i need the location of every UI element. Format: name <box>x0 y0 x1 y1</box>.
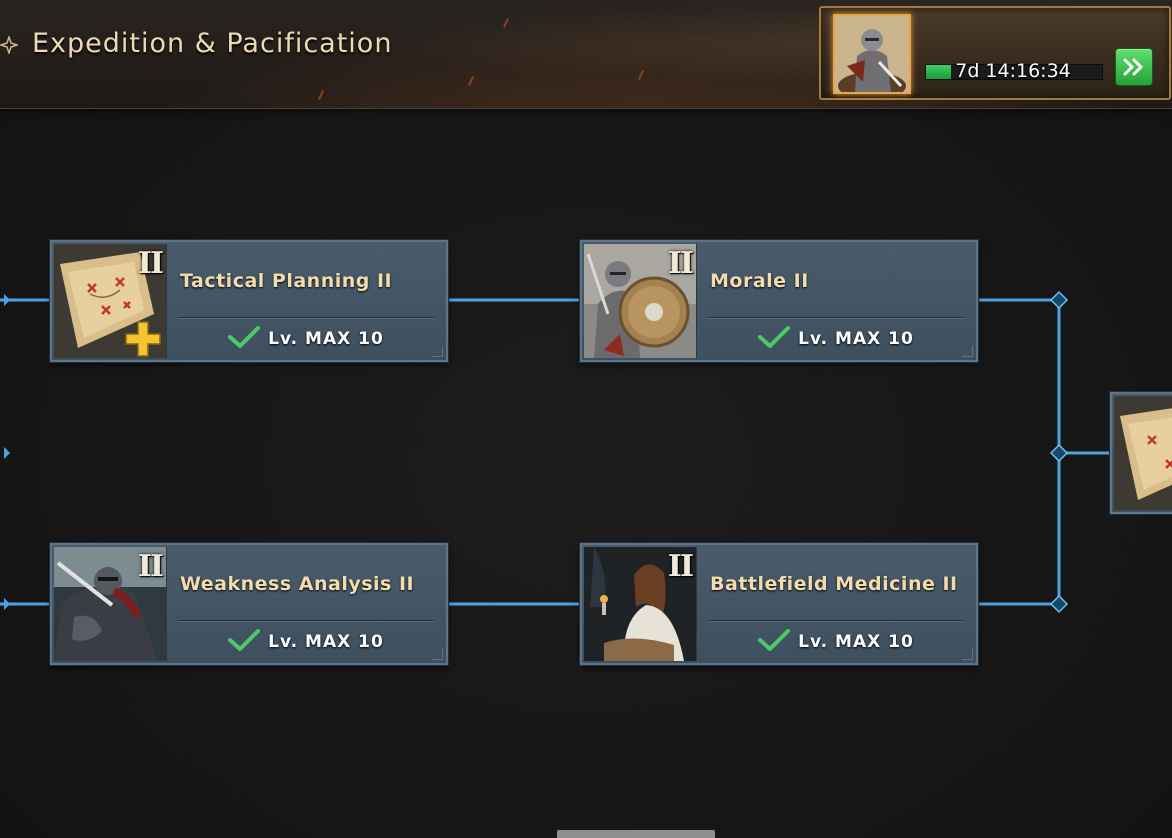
connector-arrow <box>4 294 10 306</box>
skill-name: Weakness Analysis II <box>180 573 415 595</box>
corner-ornament <box>432 346 443 357</box>
corner-ornament <box>962 346 973 357</box>
connector-arrow <box>4 447 10 459</box>
tier-badge: II <box>667 549 694 584</box>
bottom-panel-handle[interactable] <box>557 830 715 838</box>
check-icon <box>758 326 791 353</box>
skill-name: Battlefield Medicine II <box>710 573 958 595</box>
skill-card-weakness-analysis[interactable]: II Weakness Analysis II Lv. MAX 10 <box>50 543 448 665</box>
skill-name: Morale II <box>710 270 809 292</box>
divider <box>178 317 434 318</box>
tier-badge: II <box>667 246 694 281</box>
tactical-map-icon: II <box>54 244 167 358</box>
armored-warrior-icon: II <box>54 547 167 661</box>
junction-node <box>1049 443 1069 463</box>
check-icon <box>758 629 791 656</box>
divider <box>178 620 434 621</box>
skill-card-next-tier[interactable] <box>1110 392 1172 514</box>
skill-level-row: Lv. MAX 10 <box>178 629 434 656</box>
skill-level: Lv. MAX 10 <box>798 632 914 652</box>
junction-node <box>1049 594 1069 614</box>
tier-badge: II <box>137 246 164 281</box>
divider <box>708 317 964 318</box>
connector-arrow <box>4 598 10 610</box>
skill-name: Tactical Planning II <box>180 270 393 292</box>
check-icon <box>228 326 261 353</box>
junction-node <box>1049 290 1069 310</box>
skill-level: Lv. MAX 10 <box>798 329 914 349</box>
tier-badge: II <box>137 549 164 584</box>
check-icon <box>228 629 261 656</box>
corner-ornament <box>432 649 443 660</box>
skill-level-row: Lv. MAX 10 <box>708 326 964 353</box>
skill-level-row: Lv. MAX 10 <box>708 629 964 656</box>
skill-connectors <box>0 290 1112 614</box>
healer-icon: II <box>584 547 697 661</box>
skill-card-morale[interactable]: II Morale II Lv. MAX 10 <box>580 240 978 362</box>
divider <box>708 620 964 621</box>
tactical-map-icon <box>1114 396 1172 510</box>
corner-ornament <box>962 649 973 660</box>
skill-card-tactical-planning[interactable]: II Tactical Planning II Lv. MAX 10 <box>50 240 448 362</box>
skill-level: Lv. MAX 10 <box>268 329 384 349</box>
skill-level-row: Lv. MAX 10 <box>178 326 434 353</box>
knight-shield-icon: II <box>584 244 697 358</box>
skill-tree-screen: Expedition & Pacification 7d 14:16:34 II… <box>0 0 1172 838</box>
skill-card-battlefield-medicine[interactable]: II Battlefield Medicine II Lv. MAX 10 <box>580 543 978 665</box>
skill-level: Lv. MAX 10 <box>268 632 384 652</box>
